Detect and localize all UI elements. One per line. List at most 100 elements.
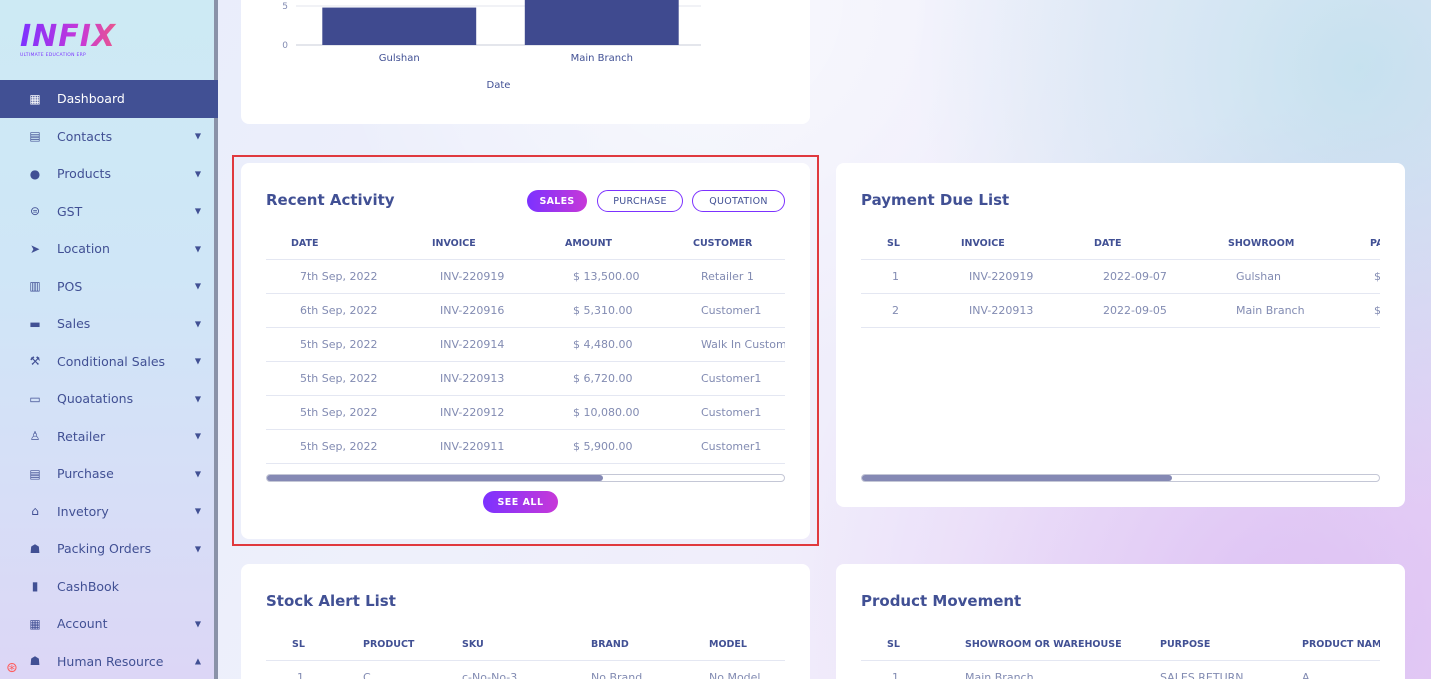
- sales-box-icon: ▬: [29, 316, 41, 331]
- chevron-down-icon: ▼: [194, 281, 201, 291]
- cell-payment: $: [1374, 270, 1380, 283]
- sidebar-item-quoatations[interactable]: ▭ Quoatations ▼: [0, 380, 218, 418]
- human-resource-icon: ☗: [29, 654, 41, 669]
- stock-alert-table: SL PRODUCT SKU BRAND MODEL 1 Cc-No-No-3 No…: [266, 629, 785, 679]
- see-all-button[interactable]: SEE ALL: [483, 491, 558, 513]
- chevron-down-icon: ▼: [194, 469, 201, 479]
- sidebar-item-conditional-sales[interactable]: ⚒ Conditional Sales ▼: [0, 343, 218, 381]
- table-row[interactable]: 5th Sep, 2022 INV-220911 $ 5,900.00 Custome…: [266, 430, 785, 464]
- horizontal-scrollbar[interactable]: [861, 474, 1380, 482]
- sidebar-item-invetory[interactable]: ⌂ Invetory ▼: [0, 493, 218, 531]
- chevron-down-icon: ▼: [194, 431, 201, 441]
- x-tick-label: Gulshan: [379, 53, 420, 64]
- cell-invoice: INV-220913: [440, 372, 505, 385]
- retailer-icon: ♙: [29, 429, 41, 444]
- sidebar-item-purchase[interactable]: ▤ Purchase ▼: [0, 455, 218, 493]
- laravel-icon: ⊛: [6, 660, 18, 676]
- brand-logo[interactable]: INFIX ULTIMATE EDUCATION ERP: [20, 22, 140, 62]
- header-brand: BRAND: [591, 639, 629, 650]
- tab-purchase[interactable]: PURCHASE: [597, 190, 683, 212]
- hammer-icon: ⚒: [29, 354, 41, 369]
- sidebar-item-location[interactable]: ➤ Location ▼: [0, 230, 218, 268]
- cell-amount: $ 10,080.00: [573, 406, 640, 419]
- header-showroom: SHOWROOM: [1228, 238, 1295, 249]
- table-row[interactable]: 1 Main Branch SALES RETURN A: [861, 661, 1380, 679]
- sidebar-item-sales[interactable]: ▬ Sales ▼: [0, 305, 218, 343]
- cell-invoice: INV-220913: [969, 304, 1034, 317]
- table-row[interactable]: 1 Cc-No-No-3 No Brand No Model: [266, 661, 785, 679]
- sidebar-item-cashbook[interactable]: ▮ CashBook: [0, 568, 218, 606]
- recent-activity-card: Recent Activity SALES PURCHASE QUOTATION…: [241, 163, 810, 539]
- horizontal-scrollbar[interactable]: [266, 474, 785, 482]
- product-circle-icon: ●: [29, 166, 41, 181]
- header-sl: SL: [292, 639, 305, 650]
- header-product-name: PRODUCT NAME: [1302, 639, 1380, 650]
- sidebar-item-label: Retailer: [57, 428, 106, 444]
- chevron-down-icon: ▼: [194, 506, 201, 516]
- sidebar-item-contacts[interactable]: ▤ Contacts ▼: [0, 118, 218, 156]
- pos-icon: ▥: [29, 279, 41, 294]
- cell-customer: Customer1: [701, 372, 762, 385]
- cell-amount: $ 5,310.00: [573, 304, 633, 317]
- payment-due-card: Payment Due List SL INVOICE DATE SHOWROO…: [836, 163, 1405, 507]
- header-payment: PAYMENT: [1370, 238, 1380, 249]
- sidebar-item-human-resource[interactable]: ☗ Human Resource ▲: [0, 643, 218, 679]
- sidebar-item-retailer[interactable]: ♙ Retailer ▼: [0, 418, 218, 456]
- table-row[interactable]: 5th Sep, 2022 INV-220913 $ 6,720.00 Custome…: [266, 362, 785, 396]
- cell-invoice: INV-220919: [440, 270, 505, 283]
- table-row[interactable]: 7th Sep, 2022 INV-220919 $ 13,500.00 Retail…: [266, 260, 785, 294]
- stock-alert-card: Stock Alert List SL PRODUCT SKU BRAND MO…: [241, 564, 810, 679]
- tab-sales[interactable]: SALES: [527, 190, 587, 212]
- table-row[interactable]: 5th Sep, 2022 INV-220914 $ 4,480.00 Walk In…: [266, 328, 785, 362]
- cell-sl: 1: [297, 671, 304, 679]
- chevron-down-icon: ▼: [194, 394, 201, 404]
- cell-amount: $ 5,900.00: [573, 440, 633, 453]
- calculator-icon: ▦: [29, 616, 41, 631]
- sidebar-item-dashboard[interactable]: ▦ Dashboard: [0, 80, 218, 118]
- cell-date: 2022-09-07: [1103, 270, 1167, 283]
- cashbook-icon: ▮: [31, 579, 39, 594]
- product-movement-card: Product Movement SL SHOWROOM OR WAREHOUS…: [836, 564, 1405, 679]
- table-header: SL INVOICE DATE SHOWROOM PAYMENT: [861, 228, 1380, 260]
- cell-date: 6th Sep, 2022: [300, 304, 378, 317]
- cell-model: No Model: [709, 671, 761, 679]
- chevron-down-icon: ▼: [194, 619, 201, 629]
- cell-purpose: SALES RETURN: [1160, 671, 1244, 679]
- cell-customer: Walk In Customer: [701, 338, 785, 351]
- header-sl: SL: [887, 238, 900, 249]
- header-invoice: INVOICE: [432, 238, 476, 249]
- sidebar-item-gst[interactable]: ⊜ GST ▼: [0, 193, 218, 231]
- cell-sku: c-No-No-3: [462, 671, 518, 679]
- header-sl: SL: [887, 639, 900, 650]
- users-icon: ☗: [29, 541, 41, 556]
- cell-amount: $ 6,720.00: [573, 372, 633, 385]
- recent-activity-title: Recent Activity: [266, 191, 395, 209]
- sidebar-item-packing-orders[interactable]: ☗ Packing Orders ▼: [0, 530, 218, 568]
- header-date: DATE: [291, 238, 319, 249]
- sidebar-item-pos[interactable]: ▥ POS ▼: [0, 268, 218, 306]
- cell-amount: $ 13,500.00: [573, 270, 640, 283]
- scrollbar-thumb[interactable]: [862, 475, 1173, 481]
- chevron-down-icon: ▼: [194, 169, 201, 179]
- recent-activity-table: DATE INVOICE AMOUNT CUSTOMER 7th Sep, 20…: [266, 228, 785, 464]
- product-movement-table: SL SHOWROOM OR WAREHOUSE PURPOSE PRODUCT…: [861, 629, 1380, 679]
- header-amount: AMOUNT: [565, 238, 613, 249]
- tab-quotation[interactable]: QUOTATION: [692, 190, 785, 212]
- bar: [322, 7, 477, 45]
- table-row[interactable]: 5th Sep, 2022 INV-220912 $ 10,080.00 Custom…: [266, 396, 785, 430]
- table-row[interactable]: 2 INV-220913 2022-09-05 Main Branch $: [861, 294, 1380, 328]
- cell-date: 5th Sep, 2022: [300, 338, 378, 351]
- table-row[interactable]: 6th Sep, 2022 INV-220916 $ 5,310.00 Custome…: [266, 294, 785, 328]
- cell-date: 5th Sep, 2022: [300, 372, 378, 385]
- table-row[interactable]: 1 INV-220919 2022-09-07 Gulshan $: [861, 260, 1380, 294]
- bar-chart: 0 5 Gulshan Main Branch Date: [282, 0, 701, 91]
- table-header: SL SHOWROOM OR WAREHOUSE PURPOSE PRODUCT…: [861, 629, 1380, 661]
- sidebar-item-label: Conditional Sales: [57, 353, 166, 369]
- chevron-down-icon: ▼: [194, 244, 201, 254]
- chevron-up-icon: ▲: [194, 656, 201, 666]
- sidebar-item-products[interactable]: ● Products ▼: [0, 155, 218, 193]
- scrollbar-thumb[interactable]: [267, 475, 604, 481]
- cell-invoice: INV-220914: [440, 338, 505, 351]
- sidebar-item-account[interactable]: ▦ Account ▼: [0, 605, 218, 643]
- cell-invoice: INV-220912: [440, 406, 505, 419]
